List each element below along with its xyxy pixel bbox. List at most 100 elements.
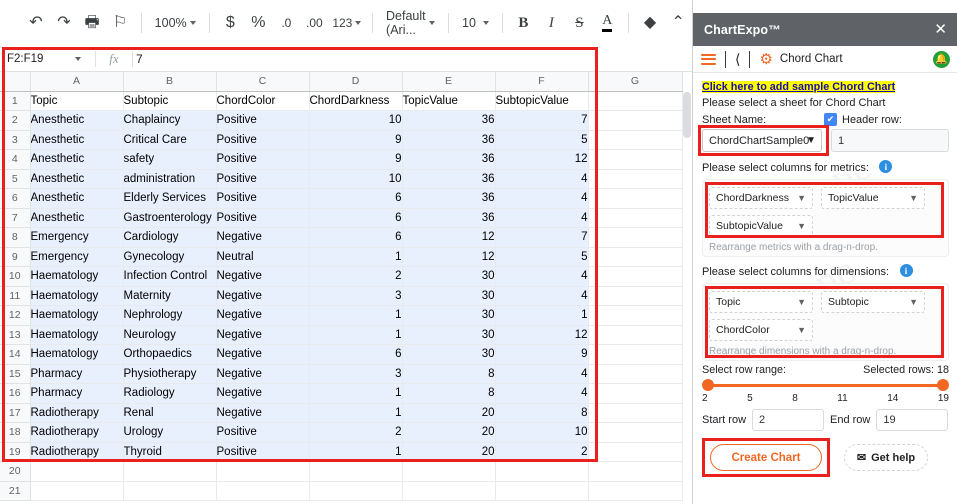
cell[interactable]: Chaplaincy xyxy=(123,111,216,131)
cell[interactable]: Radiotherapy xyxy=(30,423,123,443)
metric-chip-chorddarkness[interactable]: ChordDarkness ▼ xyxy=(709,187,813,209)
cell[interactable]: Infection Control xyxy=(123,267,216,287)
cell[interactable]: Anesthetic xyxy=(30,130,123,150)
cell[interactable]: 2 xyxy=(495,442,588,462)
cell-header[interactable]: SubtopicValue xyxy=(495,91,588,111)
slider-knob-end[interactable] xyxy=(937,379,949,391)
zoom-dropdown[interactable]: 100% xyxy=(149,9,202,37)
cell-empty[interactable] xyxy=(30,462,123,482)
table-row[interactable]: 13HaematologyNeurologyNegative13012 xyxy=(0,325,682,345)
cell[interactable]: Emergency xyxy=(30,247,123,267)
cell[interactable]: Critical Care xyxy=(123,130,216,150)
cell[interactable]: Positive xyxy=(216,130,309,150)
dimension-chip-chordcolor[interactable]: ChordColor ▼ xyxy=(709,319,813,341)
cell-header[interactable]: Topic xyxy=(30,91,123,111)
cell[interactable]: Orthopaedics xyxy=(123,345,216,365)
fill-color-icon[interactable]: ◆ xyxy=(636,9,664,37)
cell[interactable]: 5 xyxy=(495,247,588,267)
cell[interactable]: 12 xyxy=(402,247,495,267)
cell[interactable]: 36 xyxy=(402,208,495,228)
column-header-e[interactable]: E xyxy=(402,72,495,91)
cell[interactable]: Positive xyxy=(216,423,309,443)
cell-empty[interactable] xyxy=(309,462,402,482)
info-icon[interactable]: i xyxy=(879,160,892,173)
column-header-c[interactable]: C xyxy=(216,72,309,91)
undo-icon[interactable]: ↶ xyxy=(22,9,50,37)
decrease-decimal-button[interactable]: .0 xyxy=(272,9,300,37)
table-row[interactable]: 16PharmacyRadiologyNegative184 xyxy=(0,384,682,404)
column-header-b[interactable]: B xyxy=(123,72,216,91)
start-row-input[interactable]: 2 xyxy=(752,409,824,431)
cell[interactable]: Negative xyxy=(216,228,309,248)
cell-empty[interactable] xyxy=(588,228,682,248)
hamburger-menu-icon[interactable] xyxy=(701,54,716,65)
cell[interactable]: Radiotherapy xyxy=(30,442,123,462)
cell-header[interactable]: TopicValue xyxy=(402,91,495,111)
cell[interactable]: Pharmacy xyxy=(30,364,123,384)
cell[interactable]: Renal xyxy=(123,403,216,423)
table-row[interactable]: 11HaematologyMaternityNegative3304 xyxy=(0,286,682,306)
cell[interactable]: 7 xyxy=(495,228,588,248)
italic-button[interactable]: I xyxy=(537,9,565,37)
header-row-input[interactable]: 1 xyxy=(831,129,949,152)
table-row[interactable]: 4AnestheticsafetyPositive93612 xyxy=(0,150,682,170)
close-icon[interactable]: ✕ xyxy=(934,22,947,37)
cell[interactable]: Haematology xyxy=(30,345,123,365)
cell[interactable]: administration xyxy=(123,169,216,189)
cell[interactable]: Negative xyxy=(216,345,309,365)
table-row[interactable]: 6AnestheticElderly ServicesPositive6364 xyxy=(0,189,682,209)
cell[interactable]: 30 xyxy=(402,345,495,365)
cell[interactable]: 20 xyxy=(402,403,495,423)
cell[interactable]: Negative xyxy=(216,267,309,287)
bold-button[interactable]: B xyxy=(509,9,537,37)
row-header[interactable]: 12 xyxy=(0,306,30,326)
cell[interactable]: 30 xyxy=(402,286,495,306)
number-format-dropdown[interactable]: 123 xyxy=(328,9,365,37)
cell[interactable]: Positive xyxy=(216,169,309,189)
cell-empty[interactable] xyxy=(588,364,682,384)
cell[interactable]: Haematology xyxy=(30,267,123,287)
cell[interactable]: Neurology xyxy=(123,325,216,345)
cell-empty[interactable] xyxy=(588,462,682,482)
cell-empty[interactable] xyxy=(402,462,495,482)
table-row[interactable]: 8EmergencyCardiologyNegative6127 xyxy=(0,228,682,248)
cell[interactable]: Thyroid xyxy=(123,442,216,462)
cell[interactable]: Negative xyxy=(216,403,309,423)
currency-format-button[interactable]: $ xyxy=(216,9,244,37)
cell-empty[interactable] xyxy=(588,91,682,111)
cell[interactable]: 1 xyxy=(495,306,588,326)
row-header[interactable]: 11 xyxy=(0,286,30,306)
cell[interactable]: 20 xyxy=(402,442,495,462)
cell[interactable]: Anesthetic xyxy=(30,208,123,228)
row-header[interactable]: 20 xyxy=(0,462,30,482)
cell-empty[interactable] xyxy=(588,111,682,131)
row-header[interactable]: 13 xyxy=(0,325,30,345)
cell-empty[interactable] xyxy=(588,403,682,423)
end-row-input[interactable]: 19 xyxy=(876,409,948,431)
notification-bell-icon[interactable]: 🔔 xyxy=(933,51,950,68)
cell-empty[interactable] xyxy=(588,306,682,326)
cell[interactable]: 10 xyxy=(309,169,402,189)
table-row[interactable]: 15PharmacyPhysiotherapyNegative384 xyxy=(0,364,682,384)
cell-empty[interactable] xyxy=(588,169,682,189)
cell[interactable]: Maternity xyxy=(123,286,216,306)
cell[interactable]: 2 xyxy=(309,267,402,287)
cell[interactable]: 4 xyxy=(495,286,588,306)
cell[interactable]: Negative xyxy=(216,286,309,306)
add-sample-chord-chart-link[interactable]: Click here to add sample Chord Chart xyxy=(702,81,895,93)
cell-empty[interactable] xyxy=(588,267,682,287)
cell[interactable]: Positive xyxy=(216,150,309,170)
cell[interactable]: 30 xyxy=(402,306,495,326)
cell[interactable]: Anesthetic xyxy=(30,189,123,209)
table-row[interactable]: 5AnestheticadministrationPositive10364 xyxy=(0,169,682,189)
metric-chip-topicvalue[interactable]: TopicValue ▼ xyxy=(821,187,925,209)
sheet-name-select[interactable]: ChordChartSample0 ▼ xyxy=(702,129,822,152)
cell[interactable]: Positive xyxy=(216,111,309,131)
row-header[interactable]: 5 xyxy=(0,169,30,189)
row-header[interactable]: 18 xyxy=(0,423,30,443)
cell[interactable]: 8 xyxy=(495,403,588,423)
cell[interactable]: Cardiology xyxy=(123,228,216,248)
cell[interactable]: 6 xyxy=(309,345,402,365)
metrics-dropzone[interactable]: ChordDarkness ▼ TopicValue ▼ SubtopicVal… xyxy=(702,179,949,257)
row-header[interactable]: 6 xyxy=(0,189,30,209)
